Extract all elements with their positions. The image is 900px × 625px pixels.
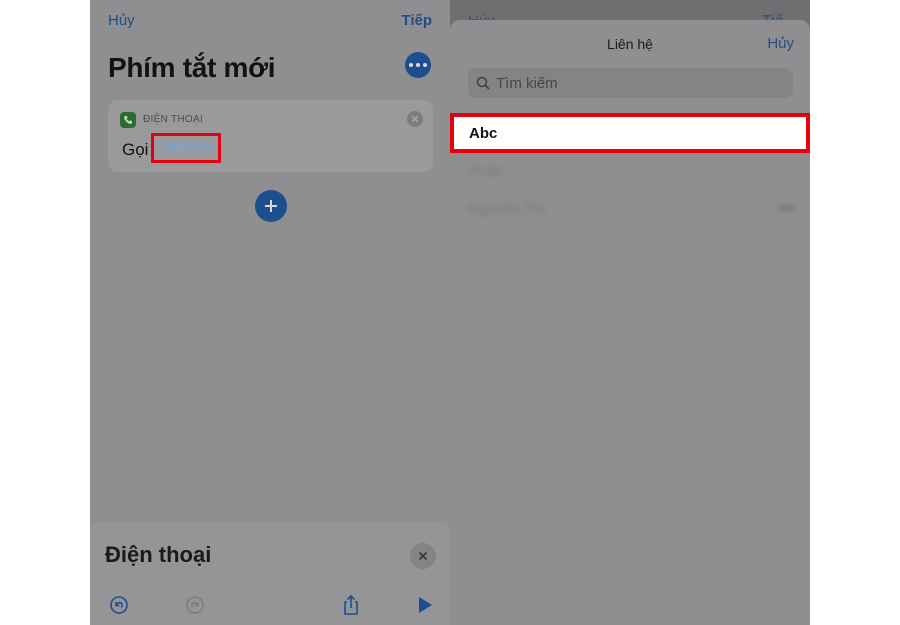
close-sheet-button[interactable] xyxy=(410,543,436,569)
run-button[interactable] xyxy=(414,594,436,616)
more-dot-icon xyxy=(416,63,420,67)
redo-button[interactable] xyxy=(184,594,206,616)
contact-row-highlighted[interactable]: Abc xyxy=(450,113,810,153)
share-button[interactable] xyxy=(340,594,362,616)
chevron-right-icon xyxy=(778,204,794,212)
more-options-button[interactable] xyxy=(405,52,431,78)
undo-button[interactable] xyxy=(108,594,130,616)
contacts-sheet: Liên hệ Hủy Abc Xuân Nguyễn Thị xyxy=(450,20,810,625)
contacts-sheet-title: Liên hệ xyxy=(607,36,653,52)
more-dot-icon xyxy=(409,63,413,67)
search-input[interactable] xyxy=(496,74,776,92)
share-icon xyxy=(344,594,358,615)
contact-token-highlight[interactable]: Liên hệ xyxy=(151,133,221,163)
remove-action-icon[interactable] xyxy=(407,111,423,127)
contact-picker-pane: Hủy Tiế Liên hệ Hủy Abc Xuân Nguyễn Thị xyxy=(450,0,810,625)
contact-search-bar[interactable] xyxy=(468,68,793,98)
action-category-label: ĐIỆN THOẠI xyxy=(143,114,204,125)
cancel-button[interactable]: Hủy xyxy=(108,12,135,29)
close-icon xyxy=(418,551,428,561)
more-dot-icon xyxy=(423,63,427,67)
add-action-button[interactable] xyxy=(255,190,287,222)
contact-name: Abc xyxy=(469,124,498,142)
search-icon xyxy=(476,76,490,90)
phone-icon xyxy=(120,112,136,128)
contact-row[interactable]: Xuân xyxy=(468,162,503,179)
contacts-cancel-button[interactable]: Hủy xyxy=(767,35,794,52)
plus-icon xyxy=(265,200,277,212)
call-action-card[interactable]: ĐIỆN THOẠI Gọi Liên hệ xyxy=(108,100,433,172)
shortcut-editor-pane: Hủy Tiếp Phím tắt mới ĐIỆN THOẠI Gọi Liê… xyxy=(90,0,450,625)
next-button[interactable]: Tiếp xyxy=(401,12,432,29)
contact-token[interactable]: Liên hệ xyxy=(160,139,213,157)
redo-icon xyxy=(186,596,204,614)
bottom-sheet-title: Điện thoại xyxy=(105,542,212,567)
contact-row[interactable]: Nguyễn Thị xyxy=(468,201,544,218)
play-icon xyxy=(419,597,432,613)
action-verb: Gọi xyxy=(122,140,149,159)
actions-bottom-sheet: Điện thoại xyxy=(90,522,450,625)
undo-icon xyxy=(110,596,128,614)
page-title: Phím tắt mới xyxy=(108,52,276,83)
